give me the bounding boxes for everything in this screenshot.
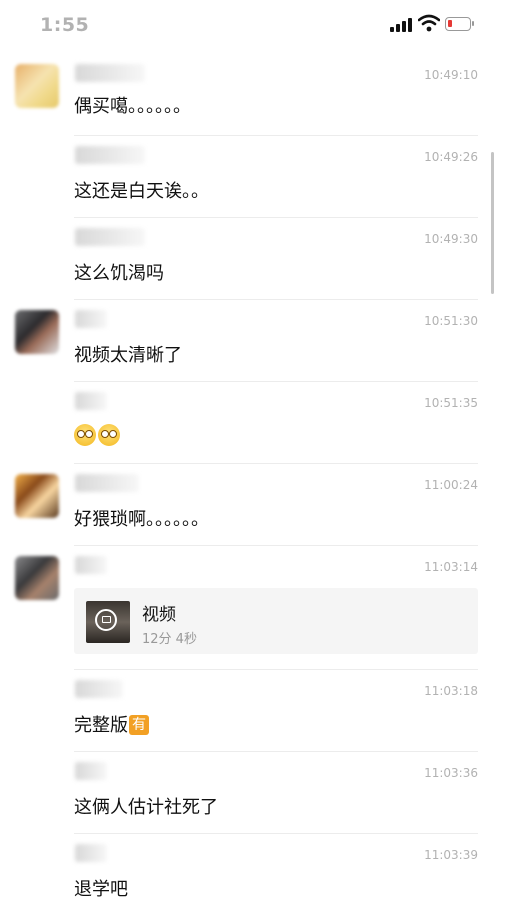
list-item[interactable]: 11:00:24 好猥琐啊。。。。。。 xyxy=(0,464,506,546)
message-text: 完整版有 xyxy=(74,711,149,737)
list-item[interactable]: 11:03:14 视频 12分 4秒 xyxy=(0,546,506,670)
flushed-face-icon xyxy=(74,424,96,446)
message-time: 10:51:35 xyxy=(424,396,478,410)
sender-name xyxy=(75,762,107,780)
message-time: 10:49:10 xyxy=(424,68,478,82)
flushed-face-icon xyxy=(98,424,120,446)
message-text: 偶买噶。。。。。。 xyxy=(74,96,191,117)
message-text: 这俩人估计社死了 xyxy=(74,797,218,818)
list-item[interactable]: 10:51:30 视频太清晰了 xyxy=(0,300,506,382)
list-item[interactable]: 10:51:35 xyxy=(0,382,506,464)
list-item[interactable]: 11:03:18 完整版有 xyxy=(0,670,506,752)
avatar[interactable] xyxy=(15,556,59,600)
message-time: 11:03:39 xyxy=(424,848,478,862)
sender-name xyxy=(75,64,145,82)
message-time: 11:03:18 xyxy=(424,684,478,698)
sender-name xyxy=(75,680,123,698)
message-list[interactable]: 10:49:10 偶买噶。。。。。。 10:49:26 这还是白天诶。。 10:… xyxy=(0,54,506,904)
video-camera-icon xyxy=(95,609,117,631)
sender-name xyxy=(75,146,145,164)
battery-icon xyxy=(445,17,474,31)
message-text: 好猥琐啊。。。。。。 xyxy=(74,509,209,530)
list-item[interactable]: 10:49:26 这还是白天诶。。 xyxy=(0,136,506,218)
video-thumbnail[interactable] xyxy=(86,601,130,643)
list-item[interactable]: 10:49:30 这么饥渴吗 xyxy=(0,218,506,300)
message-text: 这还是白天诶。。 xyxy=(74,181,209,202)
list-item[interactable]: 11:03:39 退学吧 xyxy=(0,834,506,904)
wifi-icon xyxy=(418,14,440,32)
list-item[interactable]: 11:03:36 这俩人估计社死了 xyxy=(0,752,506,834)
message-text: 这么饥渴吗 xyxy=(74,263,164,284)
has-badge: 有 xyxy=(129,715,149,735)
avatar[interactable] xyxy=(15,474,59,518)
status-bar: 1:55 xyxy=(0,0,506,48)
avatar[interactable] xyxy=(15,310,59,354)
message-time: 11:03:14 xyxy=(424,560,478,574)
video-title: 视频 xyxy=(142,605,176,625)
scrollbar[interactable] xyxy=(491,152,494,294)
sender-name xyxy=(75,474,139,492)
message-time: 10:49:26 xyxy=(424,150,478,164)
avatar[interactable] xyxy=(15,64,59,108)
cellular-signal-icon xyxy=(390,18,412,32)
list-item[interactable]: 10:49:10 偶买噶。。。。。。 xyxy=(0,54,506,136)
sender-name xyxy=(75,844,107,862)
message-time: 11:00:24 xyxy=(424,478,478,492)
sender-name xyxy=(75,392,107,410)
message-time: 10:51:30 xyxy=(424,314,478,328)
sender-name xyxy=(75,310,107,328)
status-time: 1:55 xyxy=(40,14,90,36)
message-time: 10:49:30 xyxy=(424,232,478,246)
message-text-content: 完整版 xyxy=(74,715,128,736)
message-emoji xyxy=(74,424,122,446)
video-duration: 12分 4秒 xyxy=(142,632,197,647)
message-time: 11:03:36 xyxy=(424,766,478,780)
video-card[interactable]: 视频 12分 4秒 xyxy=(74,588,478,654)
message-text: 退学吧 xyxy=(74,879,128,900)
message-text: 视频太清晰了 xyxy=(74,345,182,366)
sender-name xyxy=(75,228,145,246)
sender-name xyxy=(75,556,107,574)
